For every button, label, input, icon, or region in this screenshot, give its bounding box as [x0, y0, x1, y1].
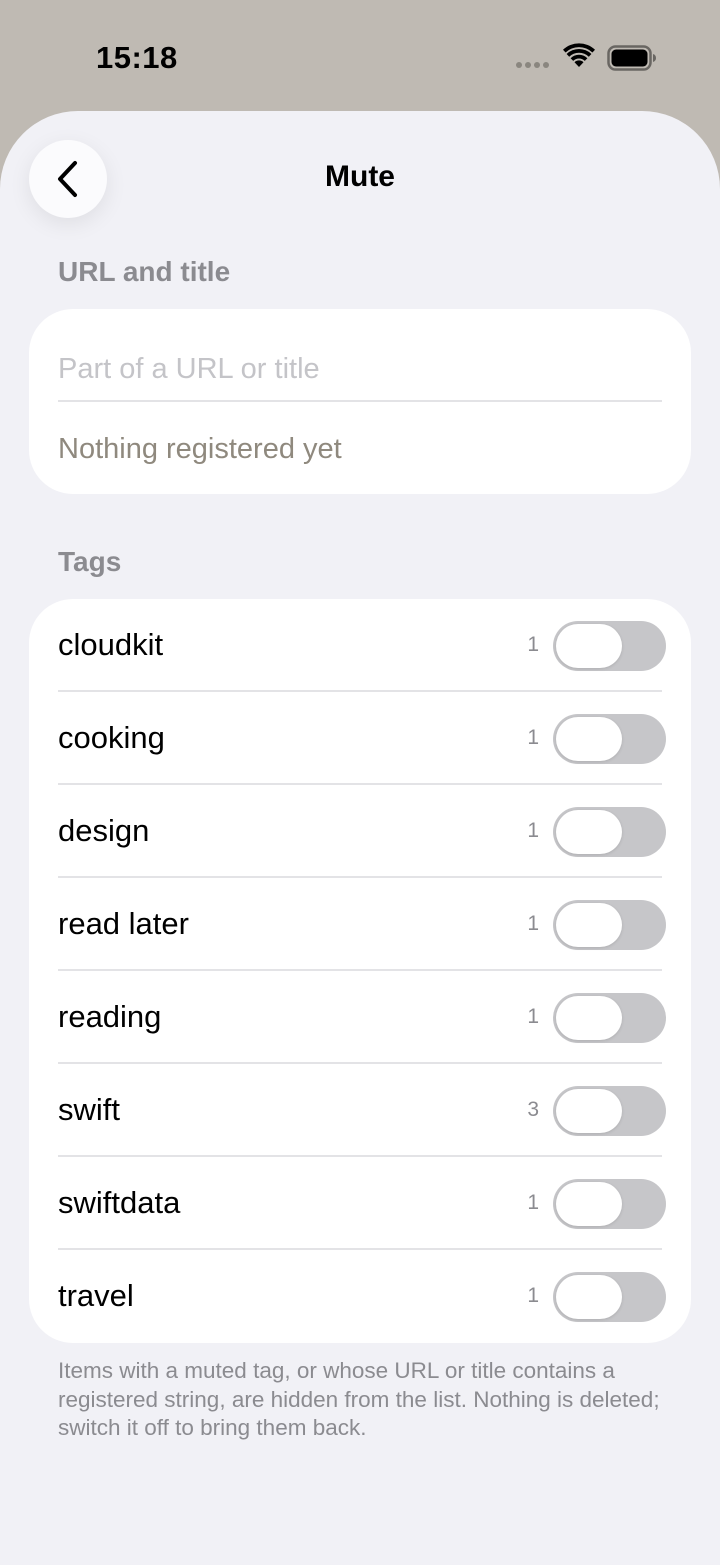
tag-label: swiftdata: [58, 1185, 181, 1220]
url-or-title-input[interactable]: [58, 341, 662, 397]
toggle-knob: [556, 1275, 622, 1319]
mute-toggle-cloudkit[interactable]: [553, 621, 666, 671]
mute-toggle-read-later[interactable]: [553, 900, 666, 950]
wifi-icon: [563, 43, 595, 67]
url-card: Nothing registered yet: [29, 309, 691, 494]
mute-toggle-reading[interactable]: [553, 993, 666, 1043]
mute-toggle-design[interactable]: [553, 807, 666, 857]
tag-count: 3: [527, 1098, 539, 1121]
tag-count: 1: [527, 1284, 539, 1307]
footer-note: Items with a muted tag, or whose URL or …: [58, 1358, 660, 1440]
status-time: 15:18: [96, 40, 178, 75]
tag-label: cloudkit: [58, 627, 164, 662]
toggle-knob: [556, 624, 622, 668]
tag-row-cooking: cooking 1: [29, 692, 691, 785]
cellular-signal-icon: [516, 62, 549, 68]
tag-count: 1: [527, 819, 539, 842]
url-card-divider: [58, 400, 662, 402]
tag-row-swift: swift 3: [29, 1064, 691, 1157]
toggle-knob: [556, 810, 622, 854]
tags-section-header: Tags: [58, 546, 122, 577]
tag-row-travel: travel 1: [29, 1250, 691, 1343]
tag-label: design: [58, 813, 150, 848]
page-title: Mute: [325, 160, 395, 193]
tag-count: 1: [527, 912, 539, 935]
tags-card: cloudkit 1 cooking 1 design 1 read later…: [29, 599, 691, 1343]
mute-toggle-swift[interactable]: [553, 1086, 666, 1136]
tag-count: 1: [527, 1005, 539, 1028]
empty-state-text: Nothing registered yet: [58, 433, 342, 465]
url-section-header: URL and title: [58, 256, 231, 287]
tag-label: swift: [58, 1092, 120, 1127]
battery-icon: [607, 45, 656, 71]
mute-toggle-swiftdata[interactable]: [553, 1179, 666, 1229]
tag-label: reading: [58, 999, 162, 1034]
status-bar: 15:18: [0, 0, 720, 112]
tag-label: cooking: [58, 720, 165, 755]
tag-count: 1: [527, 633, 539, 656]
toggle-knob: [556, 903, 622, 947]
mute-toggle-cooking[interactable]: [553, 714, 666, 764]
tag-label: read later: [58, 906, 189, 941]
tag-count: 1: [527, 1191, 539, 1214]
tag-row-design: design 1: [29, 785, 691, 878]
toggle-knob: [556, 717, 622, 761]
tag-row-reading: reading 1: [29, 971, 691, 1064]
tag-count: 1: [527, 726, 539, 749]
tag-row-swiftdata: swiftdata 1: [29, 1157, 691, 1250]
tag-row-cloudkit: cloudkit 1: [29, 599, 691, 692]
mute-toggle-travel[interactable]: [553, 1272, 666, 1322]
tag-label: travel: [58, 1278, 134, 1313]
toggle-knob: [556, 996, 622, 1040]
tag-row-read-later: read later 1: [29, 878, 691, 971]
toggle-knob: [556, 1182, 622, 1226]
toggle-knob: [556, 1089, 622, 1133]
